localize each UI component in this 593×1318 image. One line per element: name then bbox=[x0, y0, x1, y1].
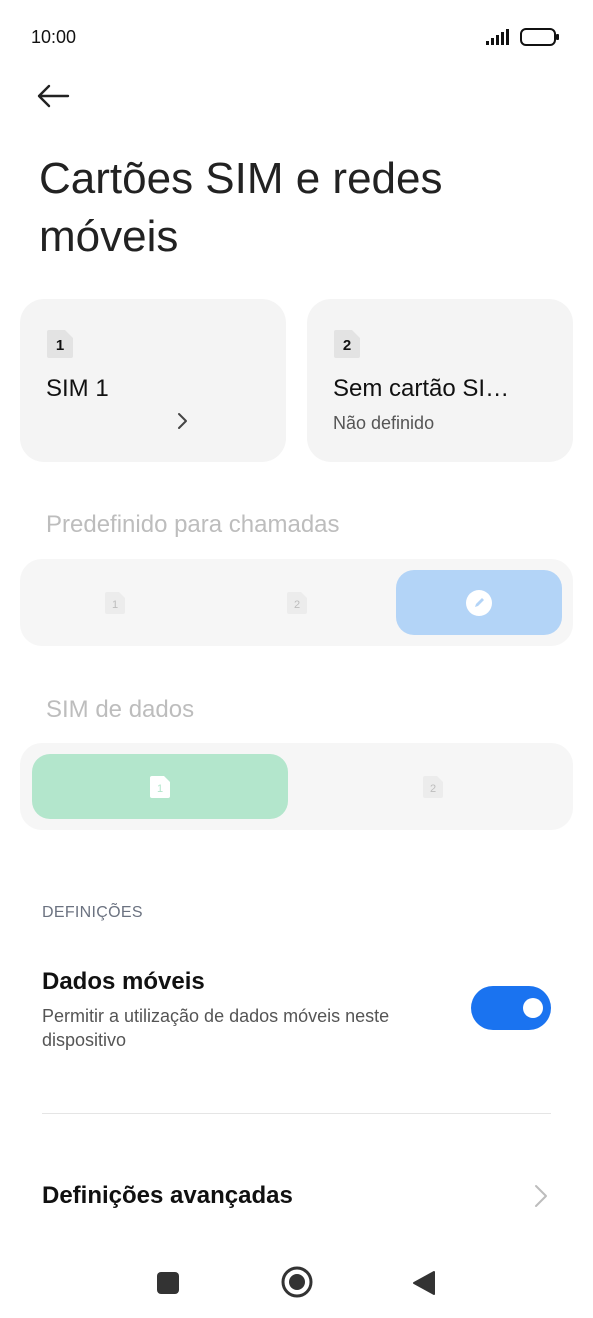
sim-card-icon: 1 bbox=[47, 330, 73, 358]
back-triangle-icon[interactable] bbox=[412, 1270, 436, 1296]
sim-slot-number: 1 bbox=[111, 599, 117, 611]
divider bbox=[42, 1113, 551, 1114]
sim-name: SIM 1 bbox=[46, 375, 109, 402]
settings-section-label: DEFINIÇÕES bbox=[42, 904, 143, 921]
mobile-data-title: Dados móveis bbox=[42, 968, 205, 995]
status-time: 10:00 bbox=[31, 27, 77, 47]
calls-option-sim-2[interactable]: 2 bbox=[214, 570, 379, 635]
battery-icon bbox=[520, 28, 559, 46]
screen: 10:00 Cartões SIM e redes móveis 1 SIM 1 bbox=[0, 0, 593, 1318]
advanced-settings-title: Definições avançadas bbox=[42, 1182, 293, 1209]
square-icon[interactable] bbox=[156, 1271, 180, 1295]
sim-card-icon: 1 bbox=[150, 775, 170, 798]
signal-icon bbox=[486, 29, 509, 45]
pencil-icon bbox=[466, 589, 492, 616]
mobile-data-subtitle: Permitir a utilização de dados móveis ne… bbox=[42, 1006, 390, 1050]
data-option-sim-2[interactable]: 2 bbox=[305, 754, 561, 819]
sim-slot-number: 2 bbox=[293, 599, 299, 611]
sim-slot-number: 2 bbox=[343, 337, 351, 354]
data-sim-heading: SIM de dados bbox=[46, 696, 195, 723]
arrow-left-icon bbox=[37, 84, 70, 108]
calls-option-sim-1[interactable]: 1 bbox=[32, 570, 197, 635]
sim-card-icon: 2 bbox=[286, 591, 307, 614]
sim-card-2[interactable]: 2 Sem cartão SI… Não definido bbox=[307, 299, 573, 462]
mobile-data-toggle[interactable] bbox=[471, 986, 551, 1030]
calls-default-heading: Predefinido para chamadas bbox=[46, 511, 340, 538]
chevron-right-icon bbox=[178, 413, 187, 429]
sim-card-icon: 2 bbox=[423, 775, 443, 798]
sim-card-icon: 1 bbox=[104, 591, 125, 614]
sim-slot-number: 2 bbox=[430, 783, 436, 795]
sim-card-icon: 2 bbox=[334, 330, 360, 358]
chevron-right-icon bbox=[535, 1185, 547, 1207]
sim-card-1[interactable]: 1 SIM 1 bbox=[20, 299, 286, 462]
sim-name: Sem cartão SI… bbox=[333, 375, 510, 402]
sim-slot-number: 1 bbox=[157, 783, 163, 795]
toggle-knob bbox=[523, 998, 543, 1018]
data-option-sim-1[interactable]: 1 bbox=[32, 754, 288, 819]
home-circle-icon[interactable] bbox=[281, 1266, 313, 1298]
calls-default-selector: 1 2 bbox=[20, 559, 573, 646]
data-sim-selector: 1 2 bbox=[20, 743, 573, 830]
sim-slot-number: 1 bbox=[56, 337, 64, 354]
page-title: Cartões SIM e redes móveis bbox=[39, 154, 443, 261]
sim-status: Não definido bbox=[333, 413, 435, 433]
back-button[interactable] bbox=[36, 78, 84, 114]
calls-option-ask[interactable] bbox=[396, 570, 562, 635]
advanced-settings-row[interactable]: Definições avançadas bbox=[0, 1160, 593, 1230]
